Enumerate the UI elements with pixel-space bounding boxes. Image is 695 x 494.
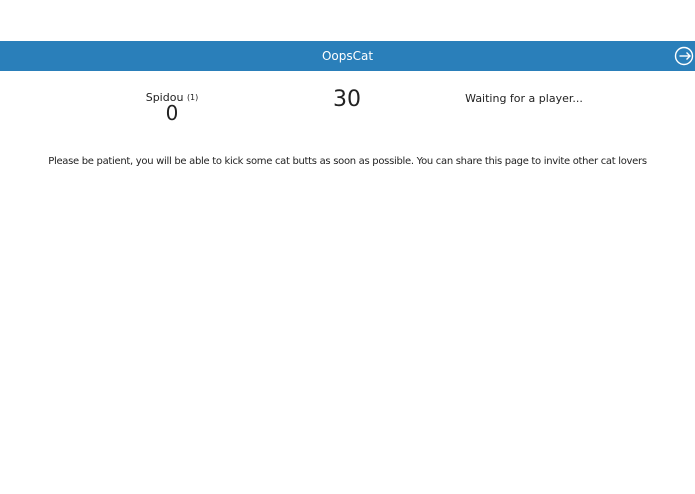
countdown-timer: 30 bbox=[333, 87, 361, 112]
logout-icon bbox=[674, 46, 694, 66]
opponent-status: Waiting for a player... bbox=[465, 92, 583, 105]
game-page: OopsCat Spidou (1) 0 30 Waiting for a pl… bbox=[0, 0, 695, 494]
logout-button[interactable] bbox=[674, 46, 694, 66]
app-title: OopsCat bbox=[321, 49, 374, 63]
player-panel: Spidou (1) 0 bbox=[122, 91, 222, 125]
top-bar: OopsCat bbox=[0, 41, 695, 71]
scoreboard: Spidou (1) 0 30 Waiting for a player... bbox=[0, 71, 695, 131]
waiting-message: Please be patient, you will be able to k… bbox=[48, 156, 647, 167]
player-score: 0 bbox=[165, 101, 179, 125]
player-rank: (1) bbox=[186, 93, 199, 102]
